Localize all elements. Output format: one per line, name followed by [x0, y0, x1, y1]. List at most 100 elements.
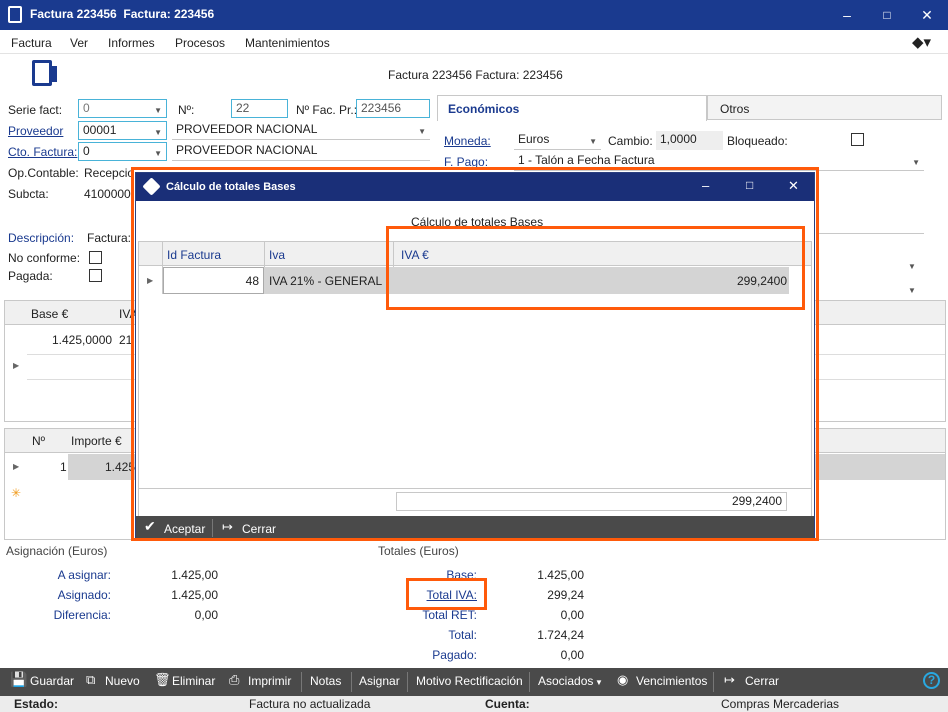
invoice-icon	[8, 6, 22, 23]
base-value: 1.425,00	[537, 568, 584, 582]
exit-icon: ↦	[724, 672, 735, 687]
vto-row-indicator-icon: ▶	[13, 462, 20, 471]
proveedor-name-select[interactable]: PROVEEDOR NACIONAL ▼	[172, 121, 430, 140]
close-button[interactable]: Cerrar	[745, 674, 779, 688]
toolbar-separator	[301, 672, 302, 692]
trash-icon: 🗑	[154, 672, 171, 687]
menu-informes[interactable]: Informes	[108, 36, 155, 50]
serie-label: Serie fact:	[8, 103, 63, 117]
estado-label: Estado:	[14, 697, 59, 711]
pagado-value: 0,00	[560, 648, 584, 662]
total-ret-label: Total RET:	[422, 608, 477, 622]
bases-col-base: Base €	[31, 307, 69, 321]
cuenta-label: Cuenta:	[485, 697, 530, 711]
vto-col-importe: Importe €	[71, 434, 122, 448]
asociados-button[interactable]: Asociados	[538, 674, 593, 688]
menu-factura[interactable]: Factura	[11, 36, 52, 50]
window-titlebar: Factura 223456 Factura: 223456 – □ ✕	[0, 0, 948, 30]
pagada-label: Pagada:	[8, 269, 53, 283]
dialog-highlight	[131, 167, 819, 541]
asignado-label: Asignado:	[57, 588, 111, 602]
vto-cell-num[interactable]: 1	[60, 460, 67, 474]
app-menu-icon[interactable]: ◆▾	[912, 33, 931, 51]
a-asignar-value: 1.425,00	[171, 568, 218, 582]
num-input[interactable]: 22	[231, 99, 288, 118]
noconforme-checkbox[interactable]	[89, 251, 102, 264]
notes-button[interactable]: Notas	[310, 674, 341, 688]
a-asignar-label: A asignar:	[57, 568, 111, 582]
moneda-select[interactable]: Euros ▼	[514, 131, 601, 150]
dropdown-arrow-1-icon[interactable]: ▼	[908, 262, 916, 271]
opcontable-label: Op.Contable:	[8, 166, 79, 180]
new-row-star-icon: ✳	[11, 486, 22, 500]
total-iva-value: 299,24	[547, 588, 584, 602]
bottom-toolbar: 💾 Guardar ⧉ Nuevo 🗑 Eliminar ⎙ Imprimir …	[0, 668, 948, 696]
descripcion-input[interactable]: Factura:	[87, 231, 131, 245]
economicos-divider	[816, 233, 924, 234]
assign-button[interactable]: Asignar	[359, 674, 400, 688]
pagada-checkbox[interactable]	[89, 269, 102, 282]
num-label: Nº:	[178, 103, 195, 117]
menu-mantenimientos[interactable]: Mantenimientos	[245, 36, 330, 50]
tab-economicos[interactable]: Económicos	[437, 95, 707, 121]
menu-ver[interactable]: Ver	[70, 36, 88, 50]
help-icon[interactable]: ?	[923, 672, 940, 689]
motivo-rectificacion-button[interactable]: Motivo Rectificación	[416, 674, 523, 688]
print-button[interactable]: Imprimir	[248, 674, 291, 688]
noconforme-label: No conforme:	[8, 251, 81, 265]
tab-otros[interactable]: Otros	[707, 95, 942, 120]
chevron-down-icon: ▼	[595, 678, 603, 687]
print-icon: ⎙	[229, 672, 240, 687]
delete-button[interactable]: Eliminar	[172, 674, 215, 688]
total-label: Total:	[448, 628, 477, 642]
dropdown-arrow-2-icon[interactable]: ▼	[908, 286, 916, 295]
save-button[interactable]: Guardar	[30, 674, 74, 688]
cto-factura-name: PROVEEDOR NACIONAL	[172, 142, 430, 161]
cto-factura-select[interactable]: 0 ▼	[78, 142, 167, 161]
subcta-label: Subcta:	[8, 187, 49, 201]
subcta-value[interactable]: 4100000	[84, 187, 131, 201]
document-icon	[32, 60, 52, 86]
status-bar: Estado: Factura no actualizada Cuenta: C…	[0, 696, 948, 712]
toolbar-separator	[529, 672, 530, 692]
bloqueado-label: Bloqueado:	[727, 134, 788, 148]
pen-icon	[52, 66, 57, 82]
vencimientos-button[interactable]: Vencimientos	[636, 674, 707, 688]
descripcion-label: Descripción:	[8, 231, 75, 245]
new-button[interactable]: Nuevo	[105, 674, 140, 688]
totales-title: Totales (Euros)	[378, 544, 459, 558]
bases-cell-base[interactable]: 1.425,0000	[52, 333, 112, 347]
window-title: Factura 223456 Factura: 223456	[30, 7, 215, 21]
opcontable-value[interactable]: Recepcio	[84, 166, 134, 180]
save-icon: 💾	[10, 671, 28, 687]
proveedor-select[interactable]: 00001 ▼	[78, 121, 167, 140]
menu-procesos[interactable]: Procesos	[175, 36, 225, 50]
cto-factura-link[interactable]: Cto. Factura:	[8, 145, 77, 159]
minimize-icon[interactable]: –	[832, 4, 862, 26]
serie-select[interactable]: 0 ▼	[78, 99, 167, 118]
cambio-label: Cambio:	[608, 134, 653, 148]
vto-col-num: Nº	[32, 434, 46, 448]
iva-column-highlight	[386, 226, 805, 310]
close-icon[interactable]: ✕	[912, 4, 942, 26]
menu-bar: Factura Ver Informes Procesos Mantenimie…	[0, 30, 948, 54]
numfacpr-label: Nº Fac. Pr.:	[296, 103, 358, 117]
bloqueado-checkbox[interactable]	[851, 133, 864, 146]
diferencia-label: Diferencia:	[53, 608, 111, 622]
total-iva-highlight	[406, 578, 487, 610]
estado-value: Factura no actualizada	[249, 697, 371, 711]
toolbar-separator	[407, 672, 408, 692]
pagado-label: Pagado:	[432, 648, 477, 662]
cambio-input[interactable]: 1,0000	[656, 131, 723, 150]
maximize-icon[interactable]: □	[872, 4, 902, 26]
asignacion-title: Asignación (Euros)	[6, 544, 108, 558]
page-title: Factura 223456 Factura: 223456	[388, 68, 563, 82]
proveedor-link[interactable]: Proveedor	[8, 124, 63, 138]
diferencia-value: 0,00	[194, 608, 218, 622]
new-icon: ⧉	[86, 672, 96, 687]
numfacpr-input[interactable]: 223456	[356, 99, 430, 118]
globe-icon: ◉	[617, 672, 629, 687]
total-value: 1.724,24	[537, 628, 584, 642]
toolbar-separator	[713, 672, 714, 692]
moneda-link[interactable]: Moneda:	[444, 134, 491, 148]
